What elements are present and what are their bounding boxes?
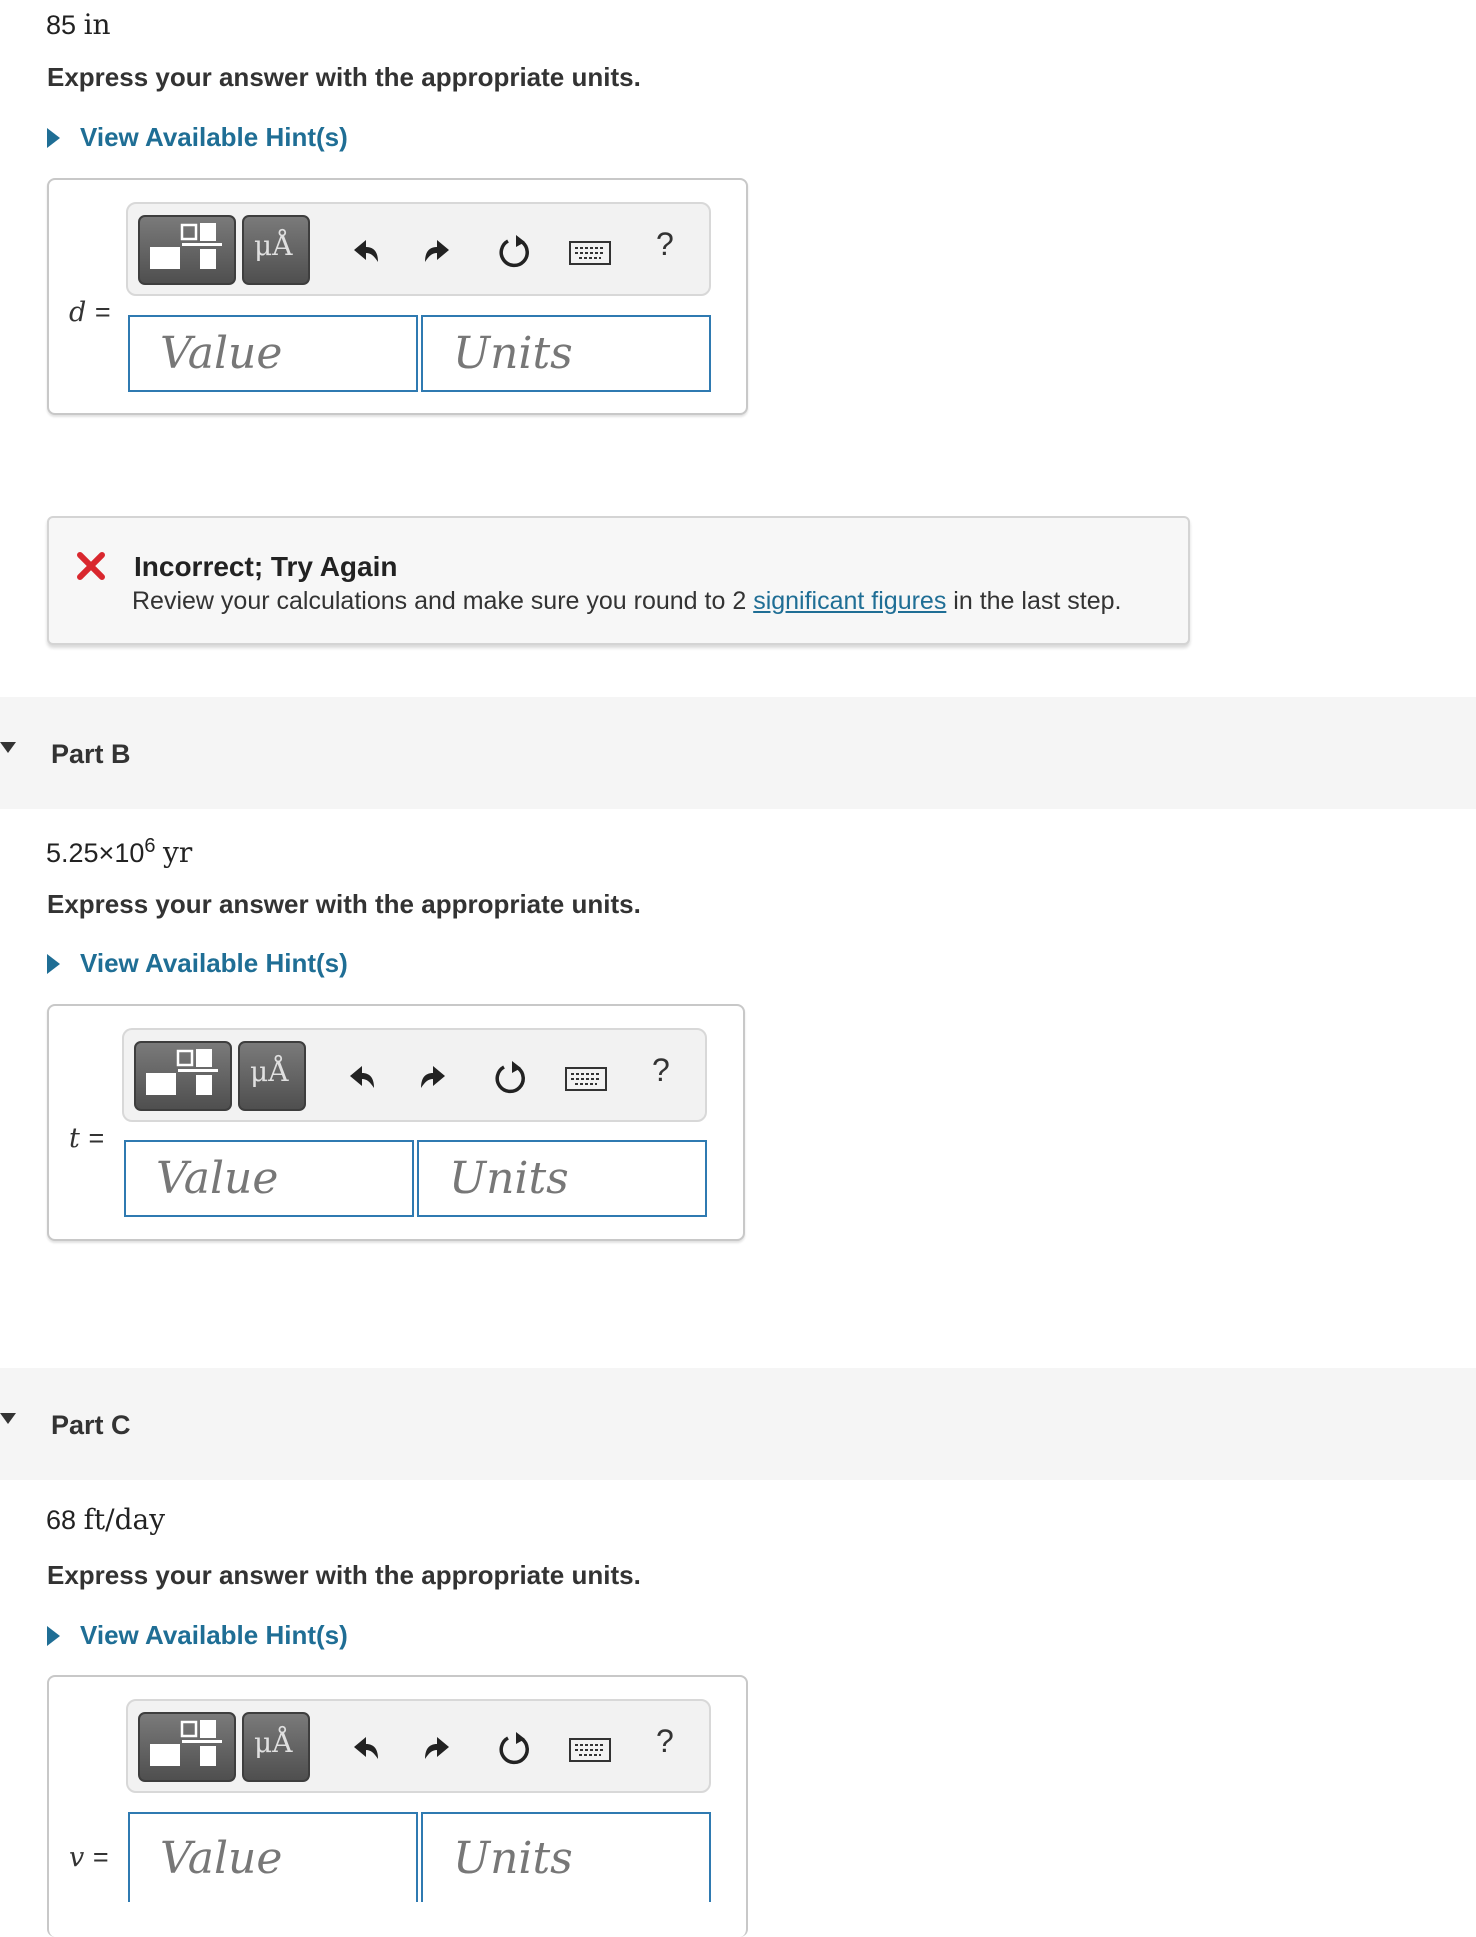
- variable-symbol: v: [69, 1842, 85, 1873]
- given-quantity-a: 85 in: [46, 8, 111, 41]
- equals-sign: =: [92, 1842, 109, 1872]
- variable-label-b: t =: [69, 1123, 104, 1154]
- expand-caret-icon: [0, 742, 16, 753]
- value-input[interactable]: Value: [128, 315, 418, 392]
- part-b-header[interactable]: Part B: [0, 697, 1476, 809]
- answer-box-c: μÅ ? v = Value Units: [47, 1675, 748, 1937]
- expand-caret-icon: [0, 1413, 16, 1424]
- equals-sign: =: [88, 1123, 105, 1153]
- value-placeholder: Value: [156, 1153, 279, 1204]
- value-placeholder: Value: [160, 328, 283, 379]
- units-button[interactable]: μÅ: [238, 1041, 306, 1111]
- feedback-incorrect: Incorrect; Try Again Review your calcula…: [47, 516, 1190, 645]
- given-mantissa: 5.25×10: [46, 838, 145, 868]
- given-value: 68: [46, 1505, 77, 1535]
- units-placeholder: Units: [453, 1832, 573, 1884]
- expand-triangle-icon: [47, 127, 60, 148]
- redo-icon[interactable]: [421, 1731, 457, 1763]
- hint-label: View Available Hint(s): [80, 948, 348, 978]
- feedback-title: Incorrect; Try Again: [134, 551, 398, 582]
- part-c-title: Part C: [51, 1410, 131, 1440]
- variable-label-a: d =: [69, 297, 111, 328]
- undo-icon[interactable]: [342, 1060, 378, 1092]
- redo-icon[interactable]: [417, 1060, 453, 1092]
- given-unit: yr: [163, 836, 193, 869]
- answer-box-a: μÅ ? d = Value Units: [47, 178, 748, 415]
- feedback-message: Review your calculations and make sure y…: [132, 587, 1121, 616]
- given-unit: ft/day: [83, 1503, 166, 1536]
- expand-triangle-icon: [47, 1625, 60, 1646]
- templates-button[interactable]: [134, 1041, 232, 1111]
- math-toolbar: μÅ ?: [122, 1028, 707, 1122]
- templates-button[interactable]: [138, 215, 236, 285]
- error-x-icon: [77, 552, 105, 580]
- instructions: Express your answer with the appropriate…: [47, 889, 641, 919]
- templates-button[interactable]: [138, 1712, 236, 1782]
- variable-symbol: d: [69, 297, 87, 328]
- instructions: Express your answer with the appropriate…: [47, 1560, 641, 1590]
- given-quantity-b: 5.25×106 yr: [46, 835, 192, 869]
- variable-label-c: v =: [69, 1842, 109, 1873]
- units-input[interactable]: Units: [417, 1140, 707, 1217]
- redo-icon[interactable]: [421, 234, 457, 266]
- given-value: 85: [46, 10, 77, 40]
- part-b-title: Part B: [51, 739, 131, 769]
- units-input[interactable]: Units: [421, 1812, 711, 1902]
- undo-icon[interactable]: [346, 1731, 382, 1763]
- instructions: Express your answer with the appropriate…: [47, 62, 641, 92]
- hint-label: View Available Hint(s): [80, 122, 348, 152]
- part-c-header[interactable]: Part C: [0, 1368, 1476, 1480]
- view-hints-link-c[interactable]: View Available Hint(s): [47, 1620, 348, 1651]
- given-unit: in: [83, 8, 111, 41]
- templates-icon: [150, 223, 222, 269]
- variable-symbol: t: [69, 1123, 80, 1154]
- feedback-text-end: in the last step.: [953, 587, 1122, 615]
- reset-icon[interactable]: [494, 1729, 534, 1769]
- given-exponent: 6: [144, 835, 156, 857]
- value-input[interactable]: Value: [128, 1812, 418, 1902]
- keyboard-icon[interactable]: [569, 241, 611, 265]
- reset-icon[interactable]: [494, 232, 534, 272]
- value-input[interactable]: Value: [124, 1140, 414, 1217]
- templates-icon: [146, 1049, 218, 1095]
- expand-triangle-icon: [47, 953, 60, 974]
- keyboard-icon[interactable]: [565, 1067, 607, 1091]
- help-icon[interactable]: ?: [656, 226, 674, 263]
- units-icon: μÅ: [254, 229, 293, 262]
- equals-sign: =: [94, 297, 111, 327]
- units-input[interactable]: Units: [421, 315, 711, 392]
- templates-icon: [150, 1720, 222, 1766]
- math-toolbar: μÅ ?: [126, 202, 711, 296]
- view-hints-link-a[interactable]: View Available Hint(s): [47, 122, 348, 153]
- answer-box-b: μÅ ? t = Value Units: [47, 1004, 745, 1241]
- keyboard-icon[interactable]: [569, 1738, 611, 1762]
- view-hints-link-b[interactable]: View Available Hint(s): [47, 948, 348, 979]
- units-button[interactable]: μÅ: [242, 215, 310, 285]
- reset-icon[interactable]: [490, 1058, 530, 1098]
- value-placeholder: Value: [160, 1832, 283, 1884]
- undo-icon[interactable]: [346, 234, 382, 266]
- units-placeholder: Units: [449, 1153, 569, 1204]
- math-toolbar: μÅ ?: [126, 1699, 711, 1793]
- help-icon[interactable]: ?: [656, 1723, 674, 1760]
- units-icon: μÅ: [254, 1726, 293, 1759]
- help-icon[interactable]: ?: [652, 1052, 670, 1089]
- units-button[interactable]: μÅ: [242, 1712, 310, 1782]
- significant-figures-link[interactable]: significant figures: [753, 587, 946, 615]
- units-icon: μÅ: [250, 1055, 289, 1088]
- given-quantity-c: 68 ft/day: [46, 1503, 165, 1536]
- units-placeholder: Units: [453, 328, 573, 379]
- hint-label: View Available Hint(s): [80, 1620, 348, 1650]
- feedback-text: Review your calculations and make sure y…: [132, 587, 747, 615]
